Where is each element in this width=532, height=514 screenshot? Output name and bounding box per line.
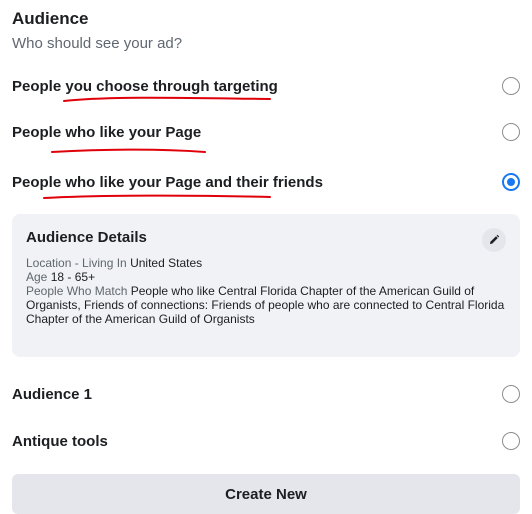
option-targeting[interactable]: People you choose through targeting bbox=[12, 72, 520, 100]
age-detail: Age 18 - 65+ bbox=[26, 270, 511, 284]
audience-details-card: Audience Details Location - Living In Un… bbox=[12, 214, 520, 357]
location-detail: Location - Living In United States bbox=[26, 256, 511, 270]
pencil-icon bbox=[490, 234, 500, 244]
option-page-likes-friends-label: People who like your Page and their frie… bbox=[12, 173, 323, 191]
audience-subtitle: Who should see your ad? bbox=[12, 35, 183, 52]
underline-page-likes bbox=[51, 148, 206, 153]
age-value: 18 - 65+ bbox=[50, 270, 96, 284]
match-detail: People Who Match People who like Central… bbox=[26, 284, 511, 326]
age-label: Age bbox=[26, 270, 48, 284]
audience-section: Audience Who should see your ad? People … bbox=[0, 0, 532, 514]
audience-details-body: Location - Living In United States Age 1… bbox=[26, 256, 511, 326]
option-targeting-label: People you choose through targeting bbox=[12, 77, 278, 95]
audience-title: Audience bbox=[12, 9, 89, 28]
edit-audience-button[interactable] bbox=[482, 228, 506, 252]
option-page-likes-friends[interactable]: People who like your Page and their frie… bbox=[12, 168, 520, 196]
location-value: United States bbox=[130, 256, 203, 270]
location-label: Location - Living In bbox=[26, 256, 127, 270]
saved-audience-audience-1-radio[interactable] bbox=[502, 385, 520, 403]
saved-audience-audience-1[interactable]: Audience 1 bbox=[12, 380, 520, 408]
option-page-likes-label: People who like your Page bbox=[12, 123, 202, 141]
option-page-likes[interactable]: People who like your Page bbox=[12, 118, 520, 146]
option-page-likes-radio[interactable] bbox=[502, 123, 520, 141]
option-targeting-radio[interactable] bbox=[502, 77, 520, 95]
saved-audience-antique-tools-radio[interactable] bbox=[502, 432, 520, 450]
saved-audience-antique-tools-label: Antique tools bbox=[12, 432, 108, 450]
audience-details-title: Audience Details bbox=[26, 229, 147, 246]
saved-audience-audience-1-label: Audience 1 bbox=[12, 385, 93, 403]
saved-audience-antique-tools[interactable]: Antique tools bbox=[12, 427, 520, 455]
option-page-likes-friends-radio[interactable] bbox=[502, 173, 520, 191]
create-new-button[interactable]: Create New bbox=[12, 474, 520, 514]
match-label: People Who Match bbox=[26, 284, 128, 298]
